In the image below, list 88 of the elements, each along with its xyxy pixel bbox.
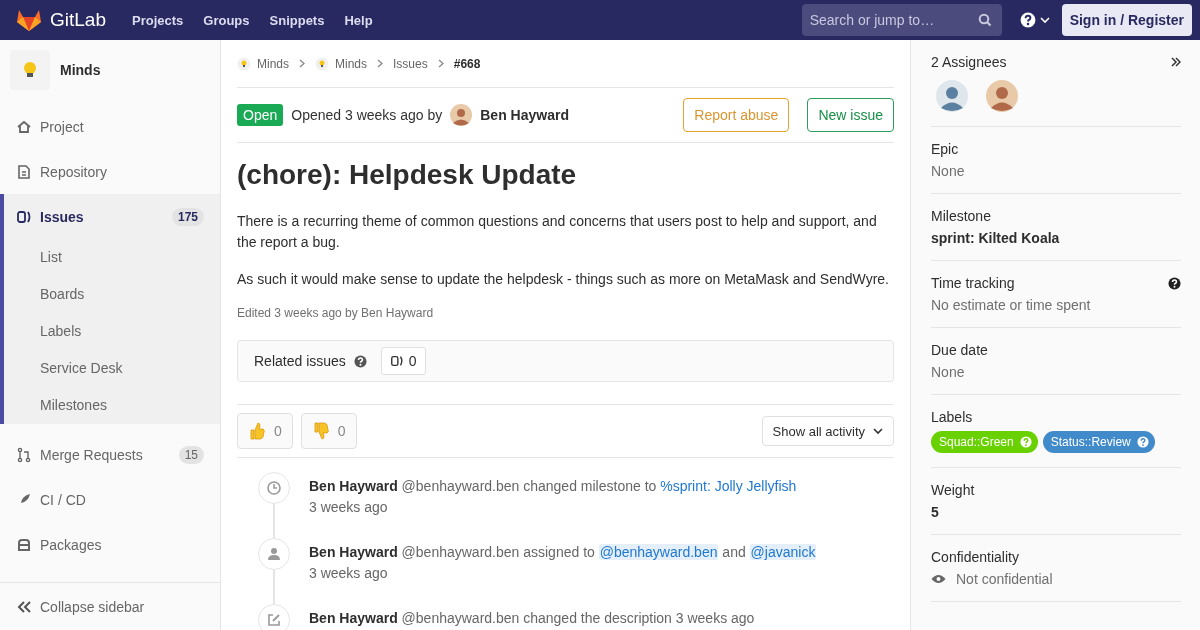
sidebar-item[interactable]: CI / CD (0, 477, 220, 522)
breadcrumb-link[interactable]: Minds (335, 56, 368, 71)
avatar[interactable] (450, 104, 473, 126)
breadcrumb-link[interactable]: Issues (393, 56, 428, 71)
help-menu-button[interactable] (1019, 12, 1050, 28)
assignee-avatar[interactable] (986, 80, 1018, 112)
label-tag[interactable]: Status::Review (1042, 431, 1155, 453)
note-time: 3 weeks ago (309, 565, 389, 581)
section-value: Not confidential (956, 571, 1053, 587)
user-mention-link[interactable]: @benhayward.ben (598, 544, 719, 560)
search-icon (977, 13, 992, 27)
activity-note: Ben Hayward @benhayward.ben assigned to @benhayward.ben and @javanick (309, 544, 817, 560)
sign-in-button[interactable]: Sign in / Register (1061, 4, 1192, 36)
section-value: 5 (931, 504, 940, 520)
sidebar-subitem[interactable]: Boards (4, 276, 220, 313)
count-badge: 15 (178, 445, 204, 464)
help-icon[interactable] (353, 354, 367, 368)
assignee-avatar[interactable] (936, 80, 968, 112)
caret-icon (873, 427, 883, 435)
section-value: sprint: Kilted Koala (931, 230, 1061, 246)
activity-note: Ben Hayward @benhayward.ben changed the description 3 weeks ago (309, 610, 755, 626)
home-icon (16, 118, 32, 135)
description-paragraph: As such it would make sense to update the helpdesk - things such as more on MetaMask and SendWyre. (237, 270, 890, 289)
help-icon[interactable] (1168, 276, 1181, 290)
chevron-icon (437, 59, 444, 68)
chevron-icon (377, 59, 384, 68)
count-badge: 175 (171, 207, 204, 226)
eye-icon (931, 574, 946, 584)
merge-request-icon (16, 446, 32, 463)
issues-icon (389, 354, 404, 368)
sidebar-item[interactable]: Packages (0, 522, 220, 567)
sidebar-item[interactable]: Project (0, 104, 220, 149)
sidebar-item[interactable]: Issues 175 (4, 194, 220, 239)
nav-link[interactable]: Snippets (269, 12, 325, 28)
help-icon[interactable] (1019, 12, 1036, 28)
section-value: None (931, 364, 966, 380)
section-title: Epic (931, 141, 959, 157)
nav-link[interactable]: Help (344, 12, 373, 28)
issues-icon (16, 208, 32, 225)
sidebar-item[interactable]: Merge Requests 15 (0, 432, 220, 477)
section-title: Time tracking (931, 275, 1015, 291)
section-title: Labels (931, 409, 973, 425)
thumbs-down-icon (311, 421, 330, 441)
package-icon (16, 536, 32, 553)
activity-filter-dropdown[interactable]: Show all activity (761, 416, 894, 446)
chevron-icon (299, 59, 305, 68)
breadcrumb-link[interactable]: #668 (453, 56, 481, 71)
brand-name[interactable]: GitLab (50, 9, 106, 31)
expand-icon[interactable] (1171, 57, 1181, 67)
thumbs-up-button[interactable]: 0 (237, 413, 293, 449)
related-issues-title: Related issues (254, 353, 346, 369)
lightbulb-icon (315, 56, 329, 71)
sidebar-subitem[interactable]: Milestones (4, 387, 220, 424)
section-title: Due date (931, 342, 988, 358)
thumbs-up-icon (248, 421, 266, 441)
sidebar-subitem[interactable]: Service Desk (4, 350, 220, 387)
author-link[interactable]: Ben Hayward (480, 107, 569, 123)
document-icon (16, 163, 32, 180)
status-badge: Open (237, 104, 284, 126)
sidebar-subitem[interactable]: List (4, 239, 220, 276)
new-issue-button[interactable]: New issue (807, 98, 894, 132)
section-title: Milestone (931, 208, 991, 224)
section-title: 2 Assignees (931, 54, 1007, 70)
section-value: None (931, 163, 966, 179)
sidebar-item[interactable]: Repository (0, 149, 220, 194)
search-field[interactable]: Search or jump to… (801, 4, 1002, 36)
section-title: Confidentiality (931, 549, 1019, 565)
breadcrumb-link[interactable]: Minds (257, 56, 289, 71)
project-name[interactable]: Minds (60, 62, 101, 78)
section-title: Weight (931, 482, 975, 498)
opened-text: Opened 3 weeks ago by (291, 107, 443, 123)
lightbulb-icon (237, 56, 251, 71)
nav-link[interactable]: Projects (132, 12, 184, 28)
user-mention-link[interactable]: @javanick (749, 544, 817, 560)
issue-title: (chore): Helpdesk Update (237, 159, 578, 191)
nav-link[interactable]: Groups (203, 12, 250, 28)
note-time: 3 weeks ago (309, 499, 389, 515)
activity-note: Ben Hayward @benhayward.ben changed milestone to %sprint: Jolly Jellyfish (309, 478, 797, 494)
milestone-link[interactable]: %sprint: Jolly Jellyfish (660, 478, 797, 494)
section-value: No estimate or time spent (931, 297, 1092, 313)
description-paragraph: There is a recurring theme of common questions and concerns that users post to help and support, and the report a bug. (237, 212, 878, 252)
sidebar-subitem[interactable]: Labels (4, 313, 220, 350)
fox-logo-icon[interactable] (16, 8, 42, 32)
edited-note: Edited 3 weeks ago by Ben Hayward (237, 306, 435, 320)
double-chevron-icon (16, 599, 32, 614)
thumbs-down-button[interactable]: 0 (300, 413, 357, 449)
caret-icon (1039, 16, 1050, 24)
related-issues-count: 0 (380, 347, 426, 375)
